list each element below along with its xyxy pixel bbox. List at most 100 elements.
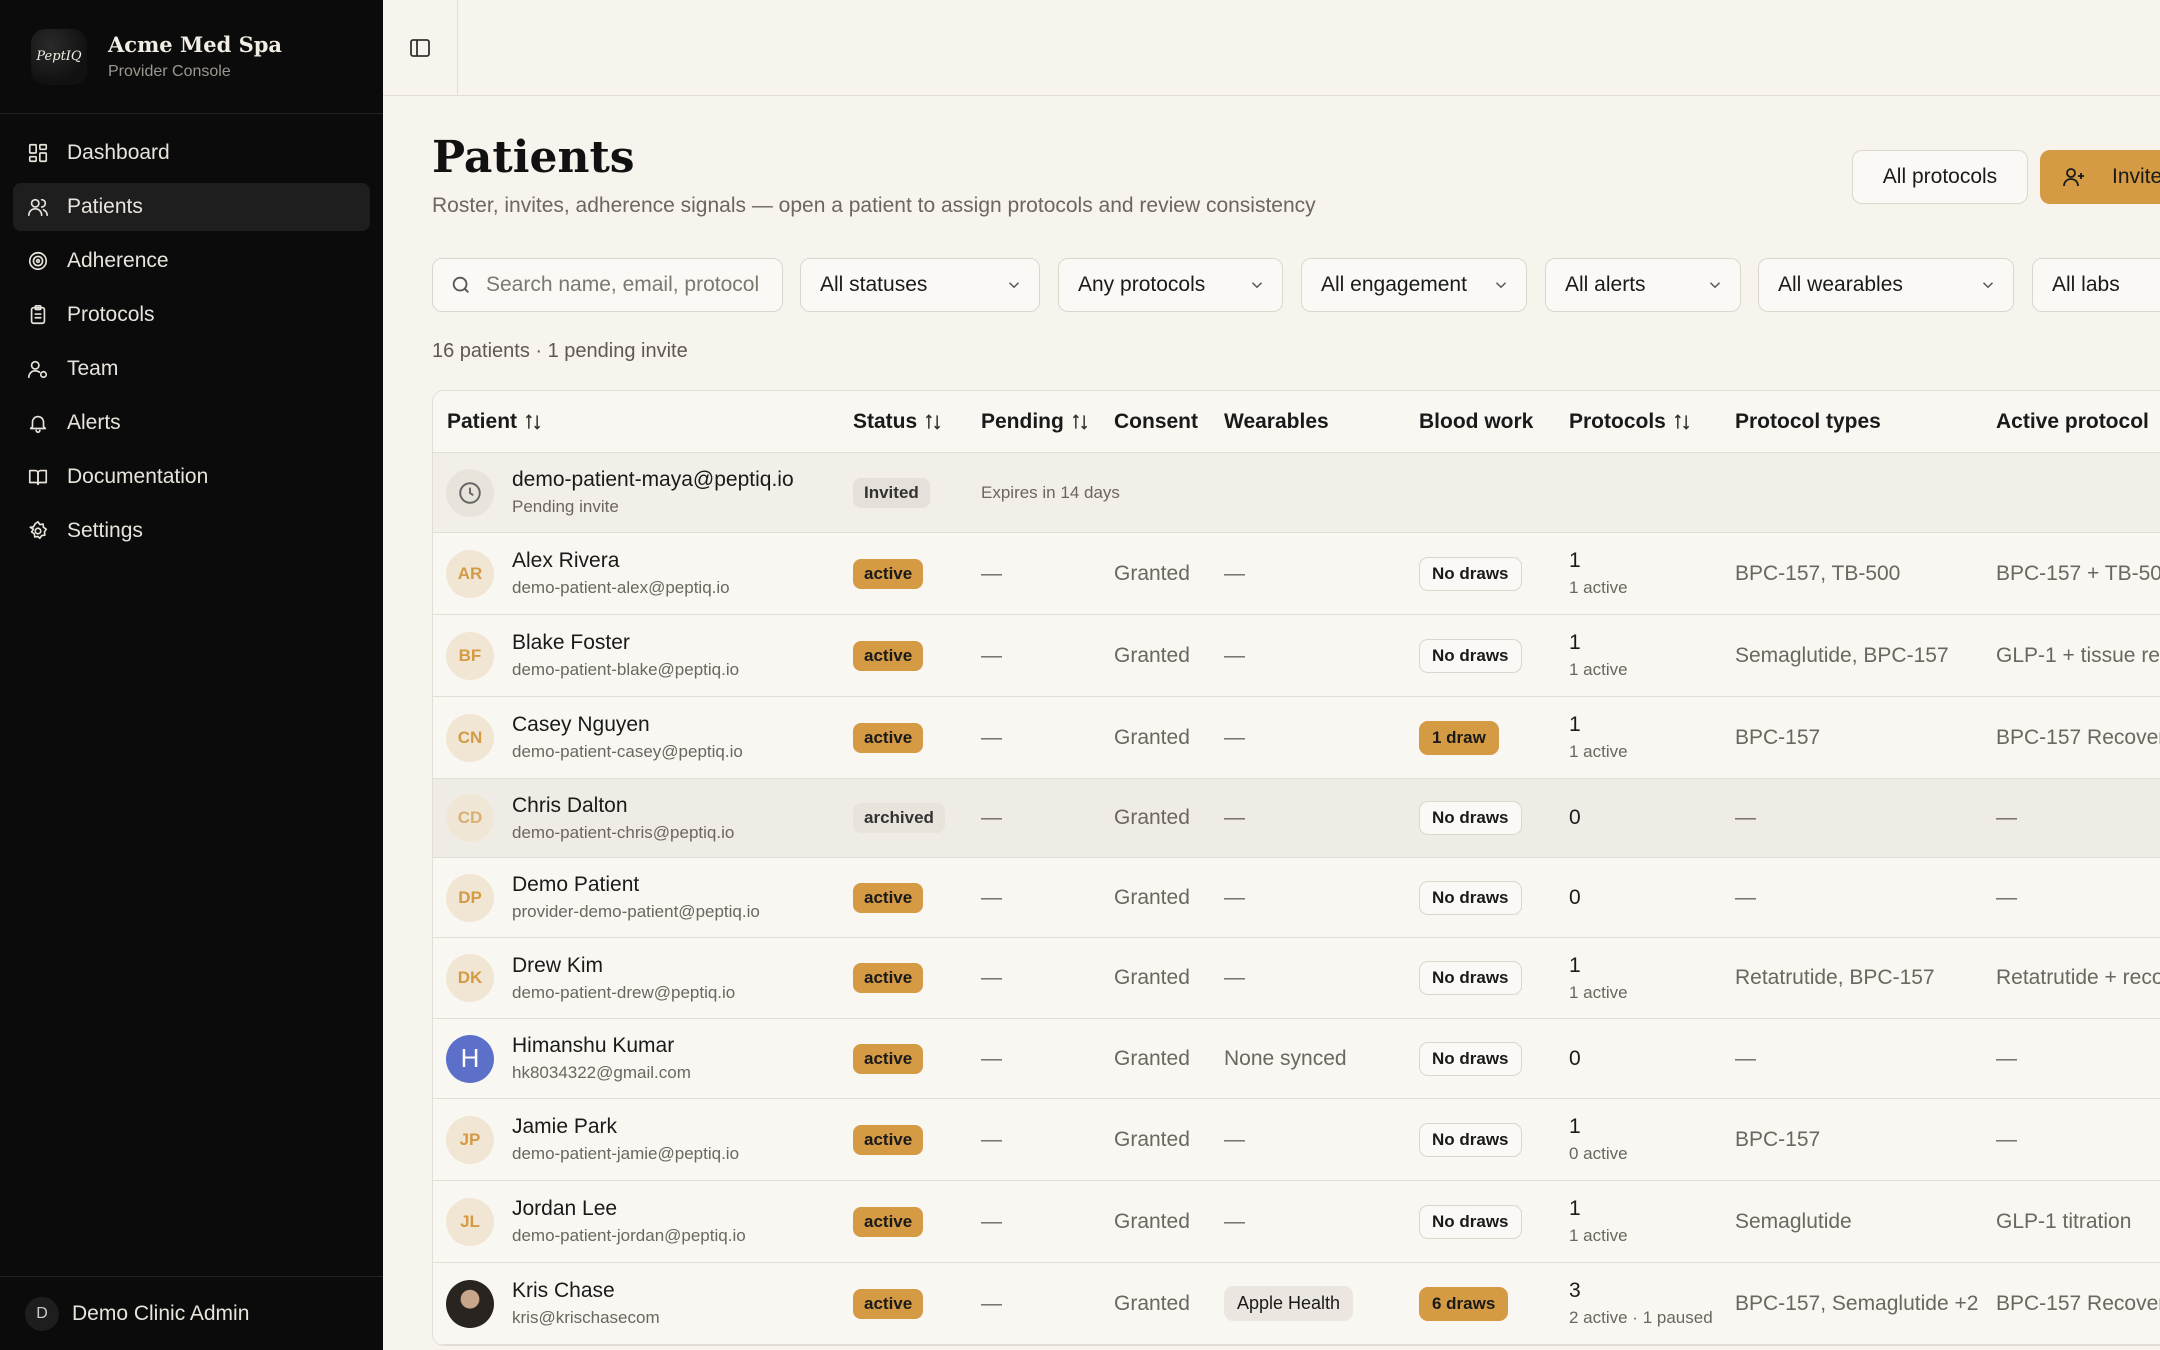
- status-filter[interactable]: All statuses: [800, 258, 1040, 312]
- target-icon: [26, 249, 50, 273]
- avatar: JP: [446, 1115, 494, 1164]
- sidebar-item-label: Team: [67, 357, 119, 380]
- sidebar-toggle-icon: [410, 39, 430, 57]
- column-header-protocols[interactable]: Protocols: [1569, 391, 1692, 453]
- table-row[interactable]: Kris Chase kris@krischasecom active — Gr…: [433, 1263, 2160, 1345]
- user-menu[interactable]: D Demo Clinic Admin: [0, 1276, 383, 1350]
- sidebar-item-label: Protocols: [67, 303, 155, 326]
- sidebar-item-team[interactable]: Team: [13, 345, 370, 393]
- book-icon: [26, 465, 50, 489]
- invite-expiry: Expires in 14 days: [981, 482, 1120, 502]
- sidebar-item-protocols[interactable]: Protocols: [13, 291, 370, 339]
- table-row[interactable]: H Himanshu Kumar hk8034322@gmail.com act…: [433, 1019, 2160, 1099]
- search-box[interactable]: [432, 258, 783, 312]
- patient-email: demo-patient-jamie@peptiq.io: [512, 1144, 740, 1163]
- blood-work-badge: No draws: [1419, 801, 1522, 835]
- brand[interactable]: PeptIQ Acme Med Spa Provider Console: [0, 0, 383, 114]
- sidebar-item-adherence[interactable]: Adherence: [13, 237, 370, 285]
- protocols-count: 3: [1569, 1279, 1581, 1302]
- invite-button[interactable]: Invite: [2040, 150, 2160, 204]
- wearable-badge: Apple Health: [1224, 1286, 1354, 1321]
- labs-filter[interactable]: All labs: [2032, 258, 2160, 312]
- avatar: DK: [446, 954, 494, 1002]
- patient-name[interactable]: Himanshu Kumar: [512, 1034, 691, 1058]
- protocols-count: 1: [1569, 713, 1581, 736]
- patient-name[interactable]: Alex Rivera: [512, 549, 730, 573]
- topbar: [383, 0, 2160, 96]
- wearables-value: —: [1224, 1209, 1245, 1233]
- table-row[interactable]: JL Jordan Lee demo-patient-jordan@peptiq…: [433, 1181, 2160, 1263]
- blood-work-badge: No draws: [1419, 638, 1522, 673]
- pending-value: —: [981, 806, 1002, 829]
- column-header-consent: Consent: [1114, 410, 1198, 433]
- all-protocols-button[interactable]: All protocols: [1852, 150, 2028, 204]
- sidebar-item-dashboard[interactable]: Dashboard: [13, 129, 370, 177]
- invite-label: Pending invite: [512, 497, 619, 516]
- wearables-value: —: [1224, 885, 1245, 909]
- sidebar-item-label: Dashboard: [67, 141, 170, 164]
- table-row[interactable]: CN Casey Nguyen demo-patient-casey@pepti…: [433, 697, 2160, 779]
- wearables-value: —: [1224, 561, 1245, 585]
- table-row[interactable]: DK Drew Kim demo-patient-drew@peptiq.io …: [433, 938, 2160, 1019]
- search-input[interactable]: [486, 273, 766, 297]
- consent-value: Granted: [1114, 806, 1190, 829]
- patient-name[interactable]: Blake Foster: [512, 631, 739, 655]
- blood-work-badge: No draws: [1419, 1122, 1522, 1157]
- pending-value: —: [981, 1046, 1002, 1070]
- alerts-filter[interactable]: All alerts: [1545, 258, 1741, 312]
- sidebar-item-settings[interactable]: Settings: [13, 507, 370, 555]
- sidebar-toggle-button[interactable]: [383, 0, 458, 96]
- page-title: Patients: [432, 132, 635, 183]
- wearables-value: —: [1224, 1127, 1245, 1151]
- patient-name[interactable]: Jamie Park: [512, 1115, 739, 1139]
- consent-value: Granted: [1114, 1046, 1190, 1070]
- patient-name[interactable]: Drew Kim: [512, 954, 735, 978]
- sidebar-item-alerts[interactable]: Alerts: [13, 399, 370, 447]
- table-row[interactable]: DP Demo Patient provider-demo-patient@pe…: [433, 858, 2160, 938]
- protocol-types: BPC-157, TB-500: [1735, 561, 1901, 585]
- blood-work-badge: 6 draws: [1419, 1286, 1509, 1321]
- status-badge: active: [853, 558, 924, 589]
- sidebar-item-patients[interactable]: Patients: [13, 183, 370, 231]
- protocols-filter[interactable]: Any protocols: [1058, 258, 1283, 312]
- patient-name[interactable]: Demo Patient: [512, 873, 760, 897]
- table-row[interactable]: BF Blake Foster demo-patient-blake@pepti…: [433, 615, 2160, 697]
- patient-name[interactable]: Casey Nguyen: [512, 713, 743, 737]
- pending-value: —: [981, 1209, 1002, 1233]
- column-header-pending[interactable]: Pending: [981, 391, 1090, 453]
- pending-value: —: [981, 1291, 1002, 1315]
- wearables-value: —: [1224, 806, 1245, 829]
- sidebar-item-label: Adherence: [67, 249, 169, 272]
- column-header-patient[interactable]: Patient: [447, 391, 543, 453]
- consent-value: Granted: [1114, 1127, 1190, 1151]
- wearables-filter[interactable]: All wearables: [1758, 258, 2014, 312]
- patient-name[interactable]: Jordan Lee: [512, 1197, 746, 1221]
- patient-email: demo-patient-alex@peptiq.io: [512, 578, 730, 597]
- engagement-filter[interactable]: All engagement: [1301, 258, 1527, 312]
- pending-value: —: [981, 885, 1002, 909]
- avatar: H: [446, 1034, 494, 1083]
- blood-work-badge: No draws: [1419, 961, 1522, 995]
- patient-email: demo-patient-blake@peptiq.io: [512, 660, 740, 679]
- patient-email: hk8034322@gmail.com: [512, 1063, 691, 1082]
- patient-name[interactable]: Kris Chase: [512, 1279, 660, 1303]
- sidebar-item-documentation[interactable]: Documentation: [13, 453, 370, 501]
- table-row[interactable]: JP Jamie Park demo-patient-jamie@peptiq.…: [433, 1099, 2160, 1181]
- sidebar-item-label: Documentation: [67, 465, 209, 488]
- pending-invite-row[interactable]: demo-patient-maya@peptiq.io Pending invi…: [433, 453, 2160, 533]
- blood-work-badge: No draws: [1419, 1204, 1522, 1239]
- active-protocol: —: [1996, 1127, 2017, 1151]
- chevron-down-icon: [1492, 276, 1510, 294]
- table-row[interactable]: AR Alex Rivera demo-patient-alex@peptiq.…: [433, 533, 2160, 615]
- table-row[interactable]: CD Chris Dalton demo-patient-chris@pepti…: [433, 779, 2160, 858]
- protocols-count: 0: [1569, 1046, 1581, 1070]
- column-header-status[interactable]: Status: [853, 391, 943, 453]
- patient-name[interactable]: Chris Dalton: [512, 794, 734, 818]
- column-header-protocol-types: Protocol types: [1735, 410, 1881, 433]
- users-icon: [26, 195, 50, 219]
- protocol-types: —: [1735, 1046, 1756, 1070]
- active-protocol: —: [1996, 1046, 2017, 1070]
- dashboard-icon: [26, 141, 50, 165]
- avatar: AR: [446, 549, 494, 598]
- main-content: Patients Roster, invites, adherence sign…: [432, 96, 2160, 1350]
